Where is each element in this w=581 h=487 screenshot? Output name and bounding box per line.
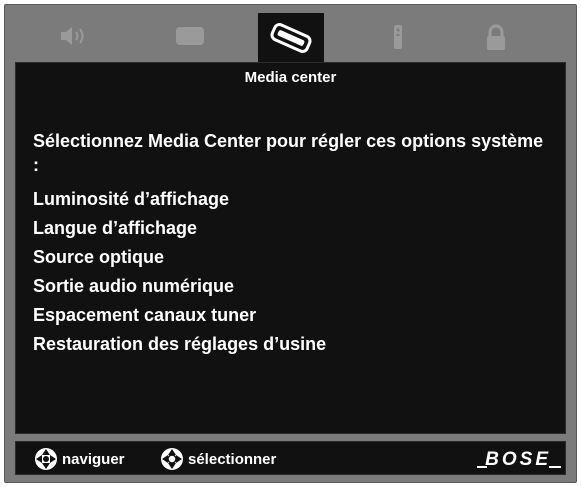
option-item: Source optique (33, 247, 165, 267)
instruction-text: Sélectionnez Media Center pour régler ce… (33, 131, 544, 175)
option-item: Langue d’affichage (33, 218, 198, 238)
tab-screen[interactable] (157, 13, 223, 63)
option-item: Espacement canaux tuner (33, 305, 257, 325)
options-list: Luminosité d’affichage Langue d’affichag… (33, 185, 326, 359)
speaker-icon (61, 27, 84, 45)
navigate-label: naviguer (62, 450, 125, 468)
tab-lock[interactable] (463, 13, 529, 63)
tab-speaker[interactable] (41, 13, 107, 63)
tab-remote[interactable] (365, 13, 431, 63)
select-pad-icon (161, 448, 183, 470)
option-item: Luminosité d’affichage (33, 189, 230, 209)
tab-media-center[interactable] (258, 13, 324, 65)
remote-icon (394, 25, 402, 49)
tab-bar (5, 5, 576, 65)
media-center-icon (270, 23, 312, 53)
settings-window: Media center Sélectionnez Media Center p… (4, 4, 577, 483)
select-label: sélectionner (188, 450, 277, 468)
panel-title: Media center (244, 69, 337, 86)
brand-logo: BOSE (477, 449, 561, 470)
settings-panel: Media center Sélectionnez Media Center p… (15, 62, 566, 434)
navigate-hint: naviguer (32, 446, 125, 472)
lock-icon (487, 24, 505, 50)
select-hint: sélectionner (158, 446, 276, 472)
footer-bar: naviguer sélectionner BOSE (15, 441, 566, 475)
option-item: Sortie audio numérique (33, 276, 235, 296)
option-item: Restauration des réglages d’usine (33, 334, 327, 354)
screen-icon (176, 27, 204, 45)
navigate-pad-icon (35, 448, 57, 470)
